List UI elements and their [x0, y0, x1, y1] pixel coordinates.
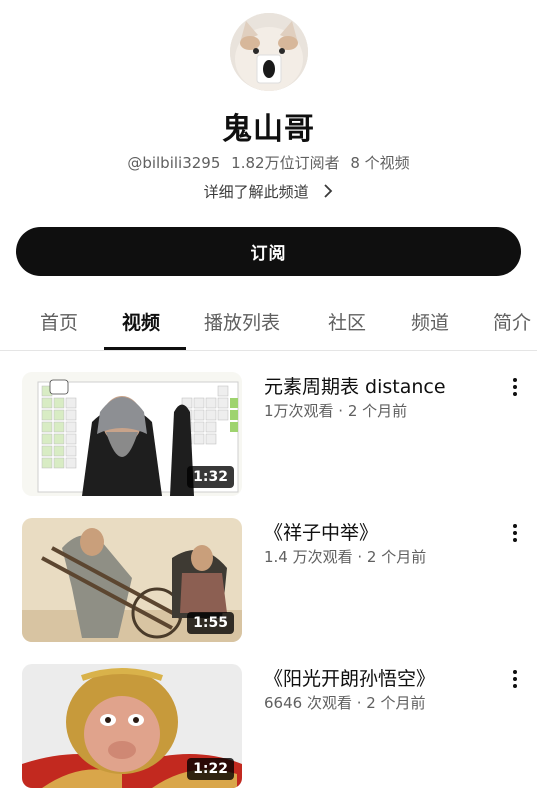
video-meta: 1.4 万次观看 · 2 个月前 — [264, 548, 427, 566]
subscriber-count: 1.82万位订阅者 — [231, 154, 340, 172]
video-title[interactable]: 《阳光开朗孙悟空》 — [264, 664, 435, 691]
subscribe-button[interactable]: 订阅 — [16, 227, 521, 276]
video-item[interactable]: 1:22 《阳光开朗孙悟空》 6646 次观看 · 2 个月前 — [0, 664, 537, 794]
active-tab-indicator — [104, 347, 186, 350]
video-title[interactable]: 《祥子中举》 — [264, 518, 378, 545]
channel-avatar[interactable] — [230, 13, 308, 91]
more-options-icon[interactable] — [508, 522, 522, 544]
video-duration: 1:22 — [187, 758, 234, 780]
more-options-icon[interactable] — [508, 376, 522, 398]
video-thumbnail[interactable]: 1:22 — [22, 664, 242, 788]
channel-handle: @bilbili3295 — [127, 154, 221, 172]
video-duration: 1:55 — [187, 612, 234, 634]
tab-videos[interactable]: 视频 — [122, 308, 160, 335]
video-item[interactable]: 1:32 元素周期表 distance 1万次观看 · 2 个月前 — [0, 372, 537, 502]
channel-name: 鬼山哥 — [222, 112, 315, 147]
video-title[interactable]: 元素周期表 distance — [264, 372, 446, 399]
video-meta: 6646 次观看 · 2 个月前 — [264, 694, 426, 712]
channel-more-link[interactable]: 详细了解此频道 — [0, 181, 537, 203]
more-options-icon[interactable] — [508, 668, 522, 690]
channel-meta: @bilbili3295 1.82万位订阅者 8 个视频 — [0, 152, 537, 173]
tab-home[interactable]: 首页 — [40, 308, 78, 335]
tab-playlists[interactable]: 播放列表 — [204, 308, 280, 335]
video-meta: 1万次观看 · 2 个月前 — [264, 402, 408, 420]
video-thumbnail[interactable]: 1:32 — [22, 372, 242, 496]
video-count: 8 个视频 — [350, 154, 410, 172]
video-duration: 1:32 — [187, 466, 234, 488]
video-item[interactable]: 1:55 《祥子中举》 1.4 万次观看 · 2 个月前 — [0, 518, 537, 648]
channel-tabs: 首页 视频 播放列表 社区 频道 简介 — [0, 296, 537, 351]
tab-channels[interactable]: 频道 — [411, 308, 449, 335]
channel-more-label: 详细了解此频道 — [203, 183, 309, 201]
chevron-right-icon — [323, 183, 333, 203]
channel-header: 鬼山哥 @bilbili3295 1.82万位订阅者 8 个视频 详细了解此频道… — [0, 0, 537, 300]
video-thumbnail[interactable]: 1:55 — [22, 518, 242, 642]
tab-community[interactable]: 社区 — [328, 308, 366, 335]
tab-about[interactable]: 简介 — [493, 308, 531, 335]
